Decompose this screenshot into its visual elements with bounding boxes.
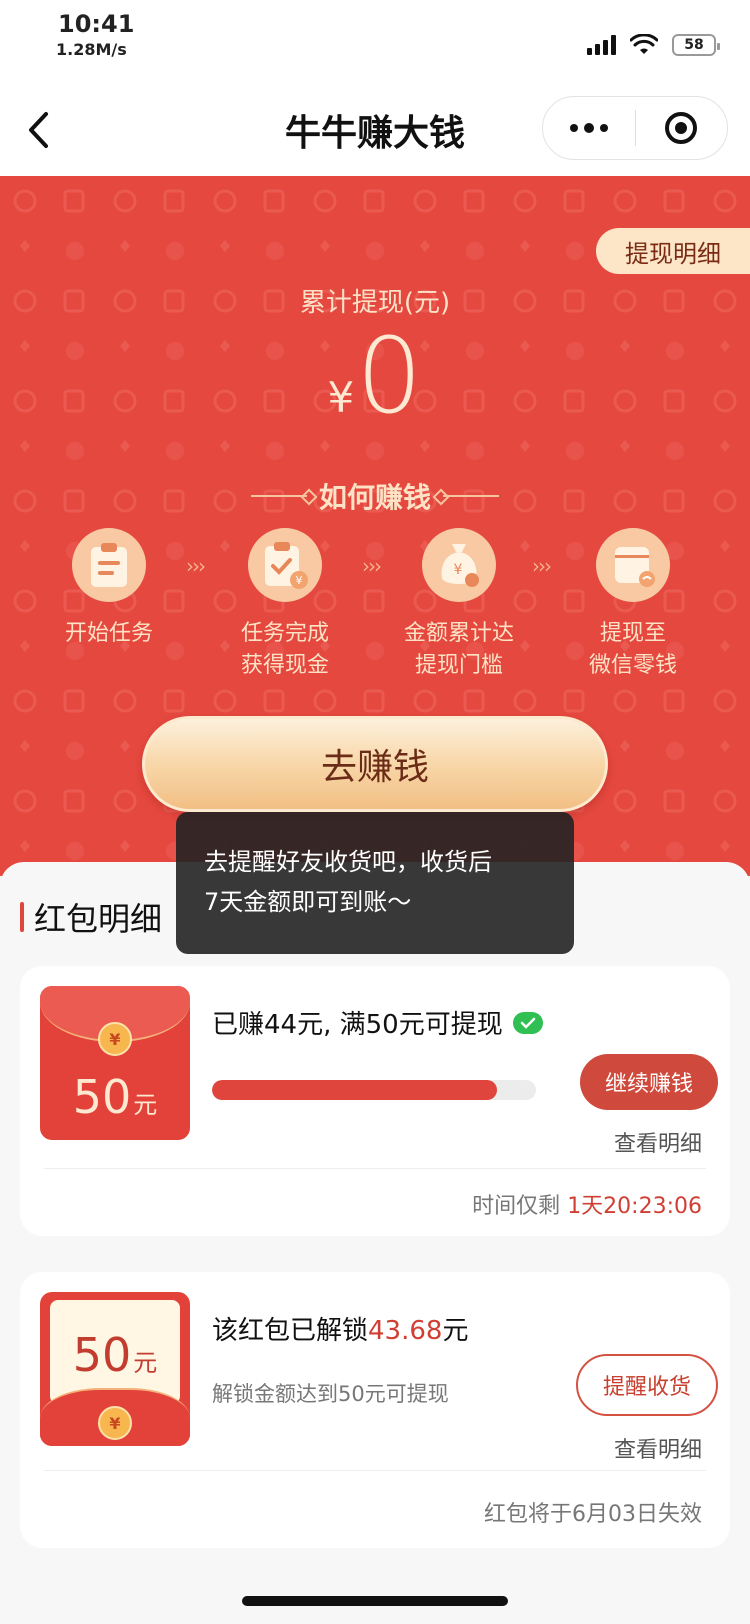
clipboard-check-icon: ¥ xyxy=(248,528,322,602)
section-accent-bar xyxy=(20,902,24,932)
currency-symbol: ¥ xyxy=(327,373,355,422)
divider xyxy=(44,1470,706,1471)
red-envelope-image: ¥ 50元 xyxy=(40,986,190,1140)
step-label: 提现至 微信零钱 xyxy=(588,621,677,678)
coin-icon: ¥ xyxy=(98,1406,132,1440)
svg-text:¥: ¥ xyxy=(454,562,463,578)
unlocked-amount: 43.68 xyxy=(368,1316,443,1346)
ornament-line-left xyxy=(250,495,307,497)
wifi-icon xyxy=(630,34,658,54)
cellular-signal-icon xyxy=(587,35,616,55)
more-menu-button[interactable] xyxy=(543,96,635,160)
red-packet-card-unlocked: 50元 ¥ 该红包已解锁43.68元 解锁金额达到50元可提现 提醒收货 查看明… xyxy=(20,1272,730,1548)
divider xyxy=(44,1168,706,1169)
network-speed: 1.28M/s xyxy=(56,40,127,59)
home-indicator[interactable] xyxy=(242,1596,508,1606)
view-details-link[interactable]: 查看明细 xyxy=(614,1126,702,1158)
step-label: 金额累计达 提现门槛 xyxy=(403,621,514,678)
earning-steps: 开始任务 ››› ¥ 任务完成 获得现金 ››› ¥ 金额累计达 提现门槛 ››› … xyxy=(0,528,750,688)
close-mini-program-button[interactable] xyxy=(636,96,728,160)
step-label: 开始任务 xyxy=(64,621,153,646)
step-amount-threshold: ¥ 金额累计达 提现门槛 xyxy=(374,528,544,682)
svg-text:¥: ¥ xyxy=(296,574,303,587)
clipboard-icon xyxy=(72,528,146,602)
toast-message: 去提醒好友收货吧，收货后 7天金额即可到账～ xyxy=(176,812,574,954)
target-close-icon xyxy=(665,112,698,144)
withdraw-detail-button[interactable]: 提现明细 xyxy=(596,228,750,274)
battery-icon: 58 xyxy=(672,34,720,56)
step-withdraw-wechat: 提现至 微信零钱 xyxy=(548,528,718,682)
how-to-earn-title: 如何赚钱 xyxy=(318,481,431,514)
toast-line: 7天金额即可到账～ xyxy=(204,888,412,916)
envelope-amount: 50元 xyxy=(72,1328,158,1382)
how-to-earn-heading: 如何赚钱 xyxy=(0,476,750,516)
step-start-task: 开始任务 xyxy=(24,528,194,650)
check-icon xyxy=(512,1011,543,1034)
continue-earning-button[interactable]: 继续赚钱 xyxy=(580,1054,718,1110)
red-envelope-image: 50元 ¥ xyxy=(40,1292,190,1446)
red-packet-details: 红包明细 ¥ 50元 已赚44元, 满50元可提现 继续赚钱 查看明细 时间仅剩… xyxy=(0,862,750,1624)
go-earn-button[interactable]: 去赚钱 xyxy=(142,716,608,812)
earned-headline: 已赚44元, 满50元可提现 xyxy=(212,1004,543,1041)
status-time: 10:41 xyxy=(58,10,135,38)
withdraw-hero: 提现明细 累计提现(元) ¥0 如何赚钱 开始任务 ››› ¥ 任务完成 获得现金… xyxy=(0,176,750,876)
wallet-icon xyxy=(596,528,670,602)
step-label: 任务完成 获得现金 xyxy=(240,621,329,678)
remind-receipt-button[interactable]: 提醒收货 xyxy=(576,1354,718,1416)
view-details-link[interactable]: 查看明细 xyxy=(614,1432,702,1464)
earned-text: 已赚44元, 满50元可提现 xyxy=(212,1010,503,1040)
status-icons: 58 xyxy=(587,34,720,56)
section-title: 红包明细 xyxy=(20,894,162,940)
step-task-complete: ¥ 任务完成 获得现金 xyxy=(200,528,370,682)
unlocked-headline: 该红包已解锁43.68元 xyxy=(212,1316,469,1346)
unlock-requirement: 解锁金额达到50元可提现 xyxy=(212,1382,449,1406)
total-amount-value: 0 xyxy=(356,315,423,437)
earn-progress-bar xyxy=(212,1080,536,1100)
top-bar: 10:41 1.28M/s 58 牛牛赚大钱 xyxy=(0,0,750,176)
toast-line: 去提醒好友收货吧，收货后 xyxy=(204,848,492,876)
envelope-amount: 50元 xyxy=(72,1070,158,1124)
expiry-notice: 红包将于6月03日失效 xyxy=(484,1502,702,1527)
total-withdraw-amount: ¥0 xyxy=(0,316,750,436)
countdown-timer: 1天20:23:06 xyxy=(567,1194,702,1219)
mini-program-capsule xyxy=(542,96,728,160)
money-bag-icon: ¥ xyxy=(422,528,496,602)
total-withdraw-label: 累计提现(元) xyxy=(299,288,451,318)
ornament-line-right xyxy=(443,495,499,497)
coin-icon: ¥ xyxy=(98,1022,132,1056)
time-remaining: 时间仅剩 1天20:23:06 xyxy=(472,1194,702,1219)
section-title-text: 红包明细 xyxy=(34,900,163,938)
earn-progress-fill xyxy=(212,1080,498,1100)
red-packet-card-progress: ¥ 50元 已赚44元, 满50元可提现 继续赚钱 查看明细 时间仅剩 1天20… xyxy=(20,966,730,1236)
